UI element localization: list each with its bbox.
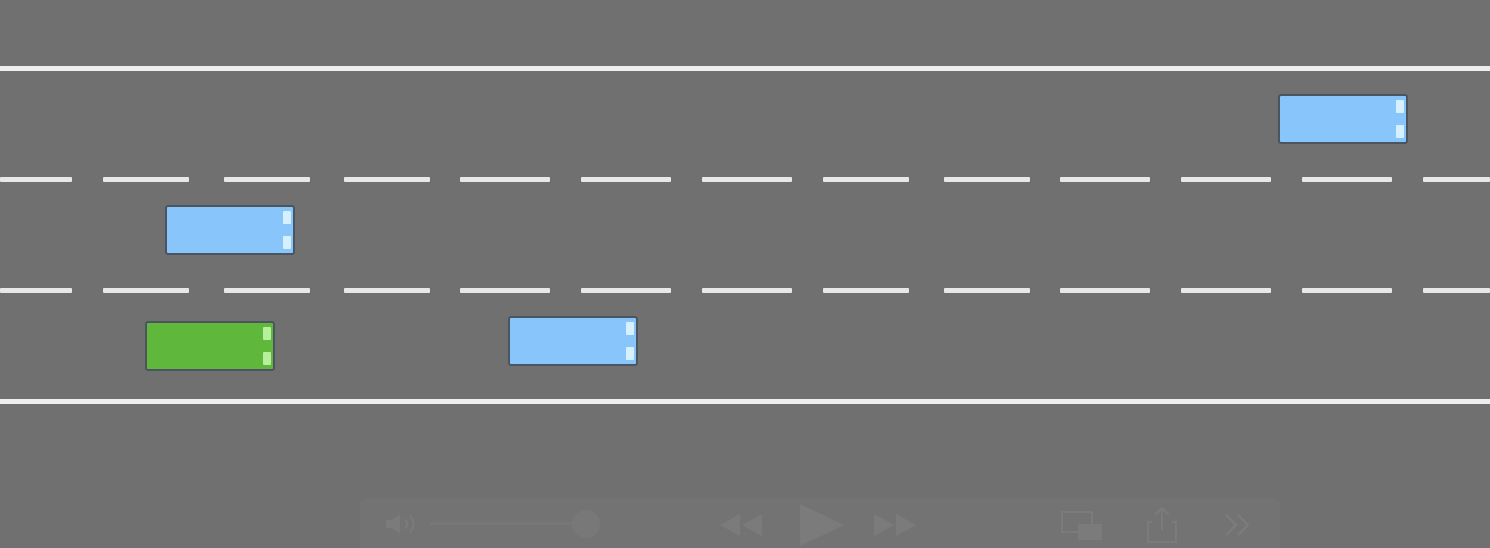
- lane-dash: [344, 177, 430, 182]
- lane-dash: [344, 288, 430, 293]
- lane-dash: [1181, 177, 1271, 182]
- lane-dash: [1302, 288, 1392, 293]
- lane-dash: [103, 288, 189, 293]
- lane-dash: [702, 177, 792, 182]
- lane-dash: [1423, 288, 1490, 293]
- car-light: [1396, 100, 1404, 113]
- picture-in-picture-icon[interactable]: [1060, 510, 1104, 542]
- volume-slider-knob[interactable]: [572, 510, 600, 538]
- video-player-controls: [360, 498, 1280, 548]
- highway-scene: [0, 0, 1490, 548]
- lane-dash: [581, 288, 671, 293]
- car-light: [626, 347, 634, 360]
- lane-dash: [460, 288, 550, 293]
- car-light: [626, 322, 634, 335]
- lane-dash: [224, 288, 310, 293]
- other-car: [165, 205, 295, 255]
- car-light: [283, 236, 291, 249]
- lane-divider-1: [0, 177, 1490, 182]
- lane-dash: [1060, 288, 1150, 293]
- car-light: [1396, 125, 1404, 138]
- lane-dash: [1181, 288, 1271, 293]
- road-top-edge-line: [0, 66, 1490, 71]
- lane-dash: [1060, 177, 1150, 182]
- lane-dash: [823, 288, 909, 293]
- chevron-right-icon[interactable]: [1222, 512, 1256, 538]
- lane-dash: [103, 177, 189, 182]
- car-light: [283, 211, 291, 224]
- lane-divider-2: [0, 288, 1490, 293]
- other-car: [508, 316, 638, 366]
- lane-dash: [224, 177, 310, 182]
- lane-dash: [823, 177, 909, 182]
- speaker-icon[interactable]: [384, 512, 422, 536]
- lane-dash: [460, 177, 550, 182]
- car-light: [263, 327, 271, 340]
- lane-dash: [581, 177, 671, 182]
- lane-dash: [1302, 177, 1392, 182]
- share-icon[interactable]: [1146, 506, 1178, 544]
- lane-dash: [944, 177, 1030, 182]
- lane-dash: [702, 288, 792, 293]
- other-car: [1278, 94, 1408, 144]
- volume-slider-track[interactable]: [430, 522, 580, 525]
- lane-dash: [0, 177, 72, 182]
- lane-dash: [944, 288, 1030, 293]
- lane-dash: [0, 288, 72, 293]
- rewind-icon[interactable]: [718, 512, 766, 538]
- fast-forward-icon[interactable]: [870, 512, 918, 538]
- lane-dash: [1423, 177, 1490, 182]
- play-icon[interactable]: [796, 502, 848, 548]
- car-light: [263, 352, 271, 365]
- ego-car: [145, 321, 275, 371]
- road-bottom-edge-line: [0, 399, 1490, 404]
